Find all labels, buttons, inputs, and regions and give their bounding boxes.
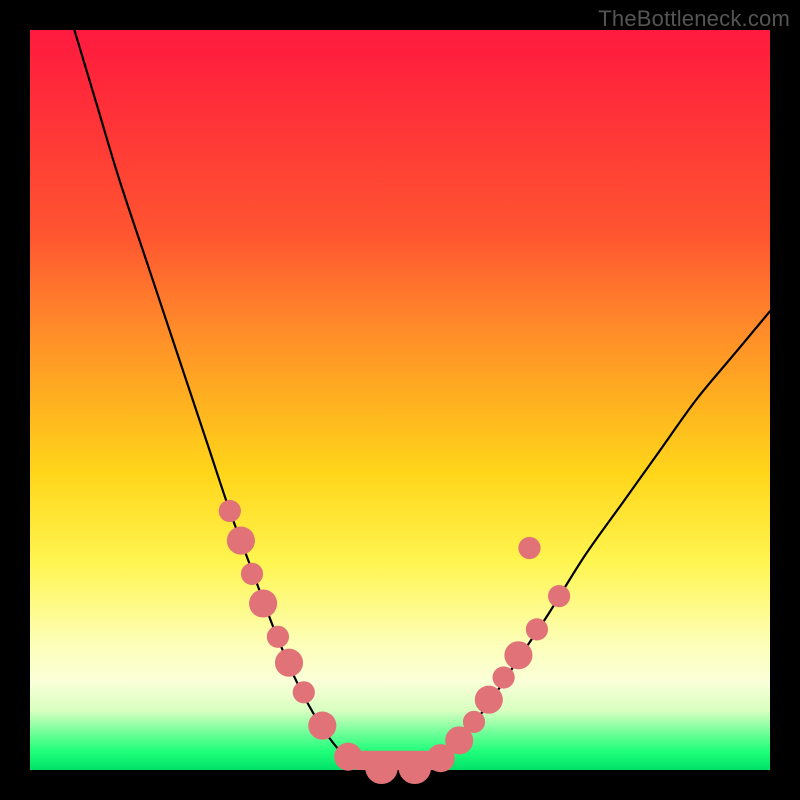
left-arm-marker [227, 527, 255, 555]
chart-frame: TheBottleneck.com [0, 0, 800, 800]
left-arm-marker [249, 589, 277, 617]
left-arm-marker [267, 626, 289, 648]
curve-group [74, 30, 770, 769]
right-arm-marker [518, 537, 540, 559]
marker-group [219, 500, 571, 784]
right-arm-marker [463, 711, 485, 733]
left-arm-marker [293, 681, 315, 703]
curve-left-arm [74, 30, 400, 769]
left-arm-marker [241, 563, 263, 585]
right-arm-marker [475, 686, 503, 714]
chart-overlay [30, 30, 770, 770]
watermark-text: TheBottleneck.com [598, 6, 790, 32]
trough-marker [399, 752, 432, 785]
left-arm-marker [219, 500, 241, 522]
curve-right-arm [400, 311, 770, 769]
right-arm-marker [504, 641, 532, 669]
left-arm-marker [308, 712, 336, 740]
trough-marker [365, 752, 398, 785]
left-arm-marker [275, 649, 303, 677]
right-arm-marker [548, 585, 570, 607]
trough-marker [334, 743, 362, 771]
right-arm-marker [526, 618, 548, 640]
right-arm-marker [493, 666, 515, 688]
